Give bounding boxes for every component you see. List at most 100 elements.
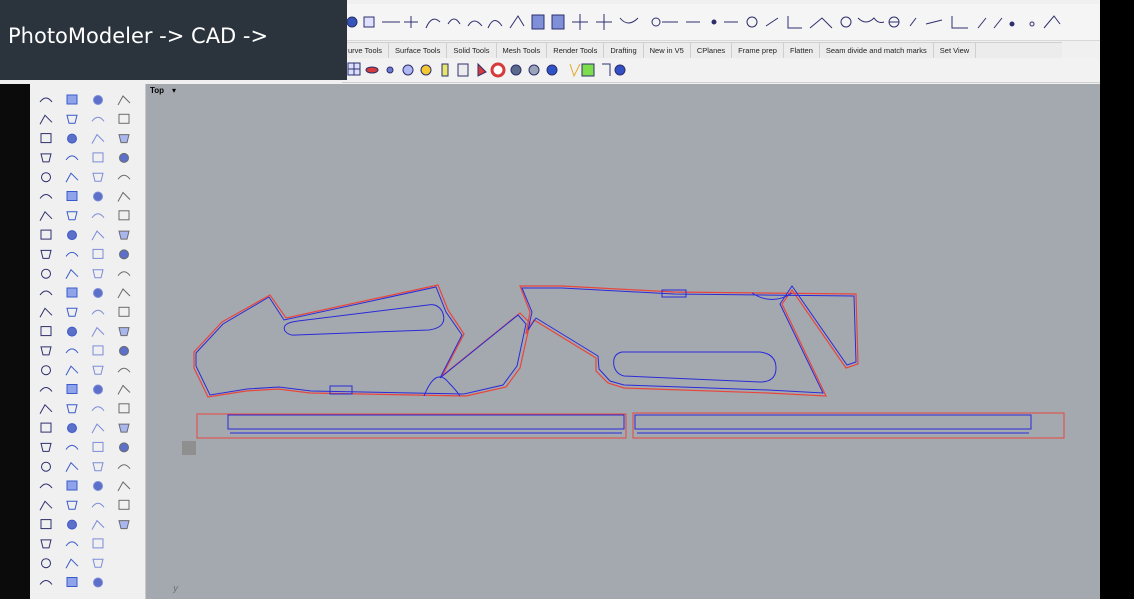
command-icon[interactable] bbox=[91, 116, 105, 122]
command-icon[interactable] bbox=[40, 442, 52, 452]
tab-seam-divide[interactable]: Seam divide and match marks bbox=[820, 43, 934, 59]
command-icon[interactable] bbox=[65, 268, 79, 279]
command-icon[interactable] bbox=[41, 558, 51, 569]
command-icon[interactable] bbox=[66, 191, 78, 201]
command-icon[interactable] bbox=[65, 461, 79, 472]
command-icon[interactable] bbox=[117, 384, 131, 395]
command-icon[interactable] bbox=[40, 229, 52, 240]
command-icon[interactable] bbox=[65, 541, 79, 547]
command-icon[interactable] bbox=[118, 306, 130, 317]
command-icon[interactable] bbox=[39, 97, 53, 103]
command-icon[interactable] bbox=[118, 499, 130, 510]
command-icon[interactable] bbox=[93, 577, 103, 588]
command-icon[interactable] bbox=[41, 268, 51, 279]
command-icon[interactable] bbox=[40, 539, 52, 549]
command-icon[interactable] bbox=[119, 152, 129, 163]
left-command-palette[interactable] bbox=[30, 84, 146, 599]
command-icon[interactable] bbox=[39, 580, 53, 585]
command-icon[interactable] bbox=[118, 423, 130, 433]
top-viewport[interactable]: Top ▾ y bbox=[146, 84, 1100, 599]
command-icon[interactable] bbox=[67, 519, 77, 530]
command-icon[interactable] bbox=[66, 211, 78, 221]
command-icon[interactable] bbox=[91, 133, 105, 144]
command-icon[interactable] bbox=[93, 384, 103, 395]
command-icon[interactable] bbox=[66, 480, 78, 491]
command-icon[interactable] bbox=[65, 172, 79, 183]
command-icon[interactable] bbox=[39, 403, 53, 415]
tab-mesh-tools[interactable]: Mesh Tools bbox=[497, 43, 548, 59]
command-icon[interactable] bbox=[67, 133, 77, 144]
tab-cplanes[interactable]: CPlanes bbox=[691, 43, 733, 59]
command-icon[interactable] bbox=[119, 249, 129, 260]
command-icon[interactable] bbox=[119, 442, 129, 453]
pattern-drawing[interactable] bbox=[146, 84, 1100, 599]
command-icon[interactable] bbox=[118, 230, 130, 240]
command-icon[interactable] bbox=[65, 251, 79, 257]
command-icon[interactable] bbox=[119, 345, 129, 356]
command-icon[interactable] bbox=[40, 326, 52, 337]
command-icon[interactable] bbox=[117, 174, 131, 180]
command-icon[interactable] bbox=[117, 95, 131, 106]
command-icon[interactable] bbox=[39, 500, 53, 511]
standard-toolbar[interactable] bbox=[342, 4, 1100, 41]
command-icon[interactable] bbox=[65, 348, 79, 354]
command-icon[interactable] bbox=[92, 345, 104, 356]
command-icon[interactable] bbox=[93, 288, 103, 298]
command-icon[interactable] bbox=[67, 423, 77, 434]
tab-frame-prep[interactable]: Frame prep bbox=[732, 43, 784, 59]
command-icon[interactable] bbox=[91, 502, 105, 508]
command-icon[interactable] bbox=[66, 404, 78, 414]
command-icon[interactable] bbox=[92, 365, 104, 375]
tab-toolbar-icons[interactable] bbox=[342, 58, 1100, 82]
command-icon[interactable] bbox=[92, 152, 104, 163]
command-icon[interactable] bbox=[92, 172, 104, 182]
command-icon[interactable] bbox=[65, 365, 79, 376]
command-icon[interactable] bbox=[91, 406, 105, 412]
command-icon[interactable] bbox=[91, 213, 105, 219]
command-icon[interactable] bbox=[117, 271, 131, 277]
command-icon[interactable] bbox=[39, 210, 53, 222]
command-icon[interactable] bbox=[118, 210, 130, 221]
command-icon[interactable] bbox=[39, 114, 53, 125]
command-icon[interactable] bbox=[66, 94, 78, 105]
tab-toolbar[interactable] bbox=[342, 58, 1100, 83]
tab-new-in-v5[interactable]: New in V5 bbox=[644, 43, 691, 59]
command-icon[interactable] bbox=[41, 172, 51, 183]
command-icon[interactable] bbox=[41, 461, 51, 472]
tab-solid-tools[interactable]: Solid Tools bbox=[447, 43, 497, 59]
tab-drafting[interactable]: Drafting bbox=[604, 43, 644, 59]
command-icon[interactable] bbox=[92, 462, 104, 472]
toolbar-icons[interactable] bbox=[342, 4, 1100, 40]
command-icon[interactable] bbox=[117, 191, 131, 202]
command-icon[interactable] bbox=[39, 194, 53, 199]
command-icon[interactable] bbox=[92, 248, 104, 259]
tab-set-view[interactable]: Set View bbox=[934, 43, 977, 59]
command-icon[interactable] bbox=[67, 326, 77, 337]
command-icon[interactable] bbox=[39, 290, 53, 296]
command-icon[interactable] bbox=[92, 269, 104, 279]
command-icon[interactable] bbox=[66, 384, 78, 394]
command-icon[interactable] bbox=[91, 423, 105, 434]
command-icon[interactable] bbox=[40, 133, 52, 144]
command-icon[interactable] bbox=[118, 403, 130, 414]
command-icon[interactable] bbox=[40, 519, 52, 530]
tab-curve-tools[interactable]: urve Tools bbox=[342, 43, 390, 59]
command-icon[interactable] bbox=[66, 307, 78, 317]
command-icon[interactable] bbox=[65, 155, 79, 161]
command-icon[interactable] bbox=[118, 327, 130, 337]
command-icon[interactable] bbox=[91, 519, 105, 530]
command-icon[interactable] bbox=[93, 95, 103, 105]
tab-surface-tools[interactable]: Surface Tools bbox=[389, 43, 448, 59]
command-icon[interactable] bbox=[39, 483, 53, 489]
command-icon[interactable] bbox=[91, 230, 105, 241]
command-icon[interactable] bbox=[93, 191, 103, 202]
command-icon[interactable] bbox=[39, 307, 53, 318]
command-icon[interactable] bbox=[93, 481, 103, 491]
command-icon[interactable] bbox=[92, 441, 104, 452]
command-icon[interactable] bbox=[65, 558, 79, 569]
command-icon[interactable] bbox=[117, 367, 131, 373]
tab-render-tools[interactable]: Render Tools bbox=[547, 43, 605, 59]
command-icon[interactable] bbox=[118, 113, 130, 124]
command-icon[interactable] bbox=[40, 153, 52, 163]
command-icon[interactable] bbox=[118, 520, 130, 530]
